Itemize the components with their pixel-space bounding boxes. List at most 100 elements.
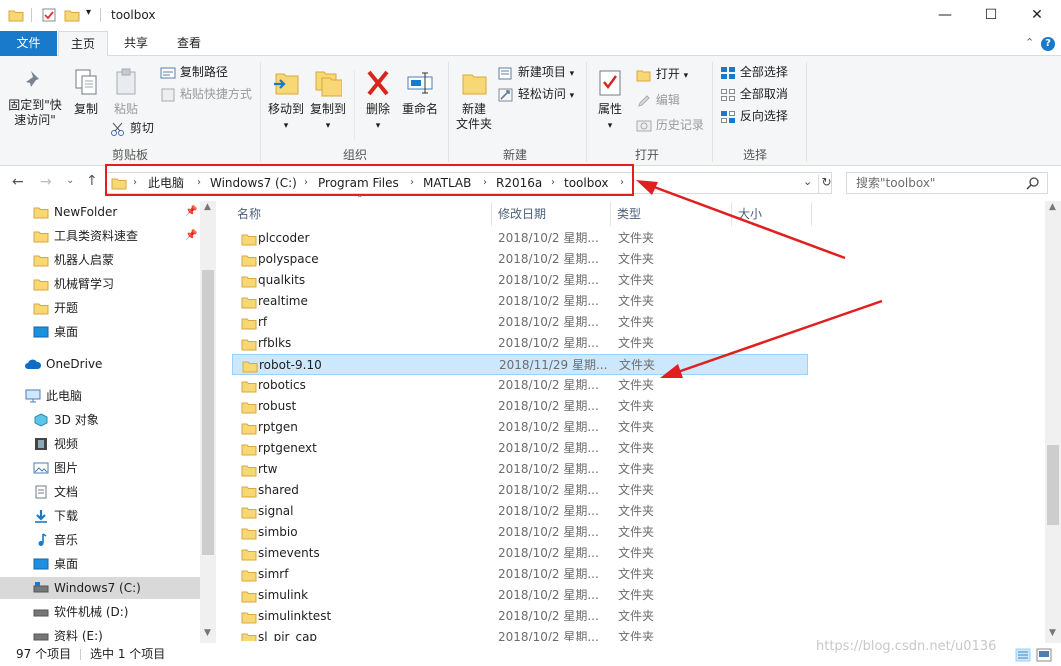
file-row[interactable]: simrf 2018/10/2 星期... 文件夹 [232,564,808,585]
file-row[interactable]: plccoder 2018/10/2 星期... 文件夹 [232,228,808,249]
recent-locations-icon[interactable]: ⌄ [66,175,74,186]
scroll-down-icon[interactable]: ▼ [1049,628,1056,638]
file-row[interactable]: robot-9.10 2018/11/29 星期... 文件夹 [232,354,808,375]
invert-selection-button[interactable]: 反向选择 [720,106,788,126]
ribbon-tabs: 文件 主页 共享 查看 ⌃ [0,31,1061,57]
file-list-scroll-thumb[interactable] [1047,445,1059,525]
nav-item-quick[interactable]: 机械臂学习 [0,273,200,295]
file-row[interactable]: rptgenext 2018/10/2 星期... 文件夹 [232,438,808,459]
cut-button[interactable]: 剪切 [110,118,154,138]
pin-icon[interactable]: 📌 [185,225,197,247]
minimize-button[interactable]: — [922,0,968,31]
forward-button[interactable]: → [40,174,52,190]
pin-icon[interactable]: 📌 [185,201,197,223]
nav-item-quick[interactable]: 工具类资料速查 📌 [0,225,200,247]
new-folder-button[interactable]: 新建 文件夹 [452,68,496,132]
properties-button[interactable]: 属性 ▾ [592,68,628,134]
file-row[interactable]: rptgen 2018/10/2 星期... 文件夹 [232,417,808,438]
pin-quick-access-button[interactable]: 固定到"快 速访问" [6,68,64,128]
file-row[interactable]: shared 2018/10/2 星期... 文件夹 [232,480,808,501]
nav-item-quick[interactable]: 开题 [0,297,200,319]
scroll-up-icon[interactable]: ▲ [1049,202,1056,212]
file-row[interactable]: rfblks 2018/10/2 星期... 文件夹 [232,333,808,354]
copy-button[interactable]: 复制 [68,68,104,117]
column-header-date[interactable]: 修改日期 [498,202,546,226]
close-button[interactable]: ✕ [1014,0,1060,31]
column-divider[interactable] [811,202,812,226]
nav-item-documents[interactable]: 文档 [0,481,200,503]
maximize-button[interactable]: ☐ [968,0,1014,31]
file-row[interactable]: rf 2018/10/2 星期... 文件夹 [232,312,808,333]
paste-shortcut-button[interactable]: 粘贴快捷方式 [160,84,252,104]
column-header-size[interactable]: 大小 [738,202,762,226]
copy-to-button[interactable]: 复制到 ▾ [308,68,348,134]
tab-home[interactable]: 主页 [58,31,108,57]
details-view-icon[interactable] [1015,648,1031,662]
move-to-button[interactable]: 移动到 ▾ [266,68,306,134]
nav-item-onedrive[interactable]: OneDrive [0,353,200,375]
nav-item-videos[interactable]: 视频 [0,433,200,455]
music-note-icon [38,533,47,546]
address-dropdown-icon[interactable]: ⌄ [803,175,812,188]
delete-button[interactable]: 删除 ▾ [360,68,396,134]
nav-item-pictures[interactable]: 图片 [0,457,200,479]
open-button[interactable]: 打开 ▾ [636,64,688,84]
nav-item-this-pc[interactable]: 此电脑 [0,385,200,407]
select-all-button[interactable]: 全部选择 [720,62,788,82]
folder-icon[interactable] [8,7,24,23]
new-folder-icon[interactable] [64,7,80,23]
help-icon[interactable]: ? [1041,37,1055,51]
nav-item-drive-d[interactable]: 软件机械 (D:) [0,601,200,623]
column-divider[interactable] [731,202,732,226]
file-row[interactable]: rtw 2018/10/2 星期... 文件夹 [232,459,808,480]
easy-access-button[interactable]: 轻松访问 ▾ [498,84,574,104]
collapse-ribbon-icon[interactable]: ⌃ [1025,36,1034,49]
nav-item-desktop-quick[interactable]: 桌面 [0,321,200,343]
nav-item-drive-c[interactable]: Windows7 (C:) [0,577,200,599]
file-row[interactable]: sl_pir_cap 2018/10/2 星期... 文件夹 [232,627,808,641]
properties-check-icon[interactable] [41,7,57,23]
file-date: 2018/10/2 星期... [498,462,599,476]
column-divider[interactable] [491,202,492,226]
file-row[interactable]: simulink 2018/10/2 星期... 文件夹 [232,585,808,606]
column-divider[interactable] [610,202,611,226]
rename-button[interactable]: 重命名 [398,68,442,117]
large-icons-view-icon[interactable] [1036,648,1052,662]
new-item-button[interactable]: 新建项目 ▾ [498,62,574,82]
nav-pane-scroll-thumb[interactable] [202,270,214,555]
qa-dropdown-icon[interactable]: ▾ [86,7,91,18]
file-row[interactable]: polyspace 2018/10/2 星期... 文件夹 [232,249,808,270]
file-row[interactable]: simbio 2018/10/2 星期... 文件夹 [232,522,808,543]
nav-item-music[interactable]: 音乐 [0,529,200,551]
file-row[interactable]: robust 2018/10/2 星期... 文件夹 [232,396,808,417]
nav-item-downloads[interactable]: 下载 [0,505,200,527]
file-row[interactable]: robotics 2018/10/2 星期... 文件夹 [232,375,808,396]
copy-path-button[interactable]: 复制路径 [160,62,228,82]
nav-item-desktop[interactable]: 桌面 [0,553,200,575]
nav-item-3d-objects[interactable]: 3D 对象 [0,409,200,431]
tab-share[interactable]: 共享 [110,31,162,56]
scroll-down-icon[interactable]: ▼ [204,628,211,638]
column-header-type[interactable]: 类型 [617,202,641,226]
up-button[interactable]: ↑ [86,173,98,189]
column-header-name[interactable]: 名称 [237,202,261,226]
refresh-icon[interactable]: ↻ [818,175,834,193]
nav-item-drive-e[interactable]: 资料 (E:) [0,625,200,643]
history-button[interactable]: 历史记录 [636,115,704,135]
nav-item-newfolder[interactable]: NewFolder 📌 [0,201,200,223]
search-icon[interactable] [1026,176,1040,190]
edit-button[interactable]: 编辑 [636,90,680,110]
file-row[interactable]: realtime 2018/10/2 星期... 文件夹 [232,291,808,312]
paste-button[interactable]: 粘贴 [108,68,144,117]
tab-file[interactable]: 文件 [0,31,57,56]
file-row[interactable]: simulinktest 2018/10/2 星期... 文件夹 [232,606,808,627]
tab-view[interactable]: 查看 [164,31,214,56]
file-row[interactable]: qualkits 2018/10/2 星期... 文件夹 [232,270,808,291]
scroll-up-icon[interactable]: ▲ [204,202,211,212]
file-row[interactable]: simevents 2018/10/2 星期... 文件夹 [232,543,808,564]
nav-item-quick[interactable]: 机器人启蒙 [0,249,200,271]
select-none-button[interactable]: 全部取消 [720,84,788,104]
back-button[interactable]: ← [12,174,24,190]
file-row[interactable]: signal 2018/10/2 星期... 文件夹 [232,501,808,522]
file-list-scrollbar[interactable] [1045,201,1061,643]
